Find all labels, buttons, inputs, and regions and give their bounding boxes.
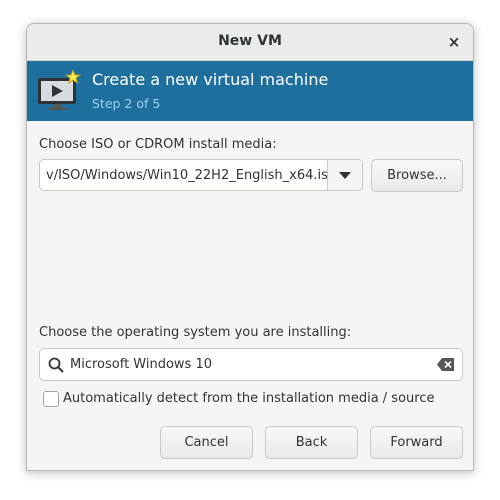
forward-button[interactable]: Forward (370, 426, 463, 459)
vm-monitor-icon (38, 70, 82, 110)
titlebar: New VM × (27, 24, 473, 61)
media-dropdown-button[interactable] (327, 160, 362, 190)
search-icon (48, 357, 64, 373)
cancel-button[interactable]: Cancel (160, 426, 253, 459)
os-search-value[interactable]: Microsoft Windows 10 (70, 357, 212, 372)
header-banner: Create a new virtual machine Step 2 of 5 (27, 61, 473, 121)
os-search-input[interactable]: Microsoft Windows 10 (39, 348, 463, 381)
auto-detect-checkbox[interactable] (43, 391, 59, 407)
close-icon[interactable]: × (443, 31, 465, 53)
media-label: Choose ISO or CDROM install media: (39, 137, 277, 152)
window-title: New VM (218, 33, 282, 49)
new-vm-dialog: New VM × Create a new virtual machine St… (26, 23, 474, 471)
install-media-path[interactable]: v/ISO/Windows/Win10_22H2_English_x64.iso (46, 168, 328, 183)
banner-heading: Create a new virtual machine (92, 70, 329, 89)
back-button[interactable]: Back (265, 426, 358, 459)
chevron-down-icon (339, 172, 351, 179)
clear-icon[interactable] (437, 358, 454, 371)
browse-button[interactable]: Browse... (371, 159, 463, 192)
os-label: Choose the operating system you are inst… (39, 325, 352, 340)
banner-step: Step 2 of 5 (92, 96, 161, 111)
auto-detect-label[interactable]: Automatically detect from the installati… (63, 391, 434, 406)
install-media-combo[interactable]: v/ISO/Windows/Win10_22H2_English_x64.iso (39, 159, 363, 191)
